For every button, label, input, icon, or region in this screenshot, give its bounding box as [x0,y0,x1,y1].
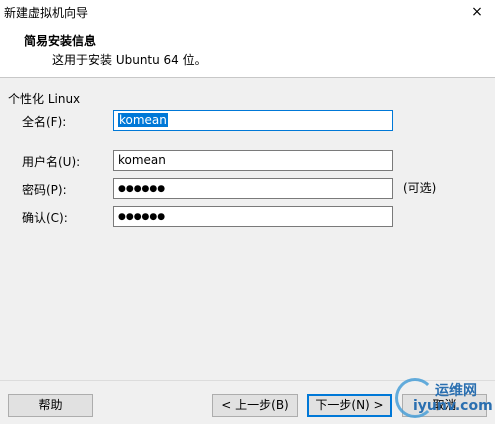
watermark-cn: 运维网 [435,383,477,399]
confirm-label: 确认(C): [22,211,68,225]
watermark: 运维网 iyunv.com [395,376,495,424]
password-label: 密码(P): [22,183,67,197]
confirm-value: ●●●●●● [118,212,166,222]
next-button[interactable]: 下一步(N) > [307,394,392,417]
wizard-header: 简易安装信息 这用于安装 Ubuntu 64 位。 [0,24,495,78]
username-field[interactable]: komean [113,150,393,171]
username-value: komean [118,153,166,167]
password-value: ●●●●●● [118,184,166,194]
password-field[interactable]: ●●●●●● [113,178,393,199]
window-title: 新建虚拟机向导 [4,6,89,20]
section-label: 个性化 Linux [8,92,81,106]
watermark-en: iyunv.com [413,398,493,414]
fullname-label: 全名(F): [22,115,67,129]
username-label: 用户名(U): [22,155,81,169]
help-button[interactable]: 帮助 [8,394,93,417]
back-button[interactable]: < 上一步(B) [212,394,298,417]
fullname-field[interactable]: komean [113,110,393,131]
close-icon[interactable]: × [469,4,485,20]
header-title: 简易安装信息 [24,34,97,48]
fullname-value: komean [118,113,168,127]
title-bar: 新建虚拟机向导 × [0,0,495,24]
confirm-password-field[interactable]: ●●●●●● [113,206,393,227]
password-optional-note: (可选) [403,181,437,195]
header-subtitle: 这用于安装 Ubuntu 64 位。 [52,53,207,67]
